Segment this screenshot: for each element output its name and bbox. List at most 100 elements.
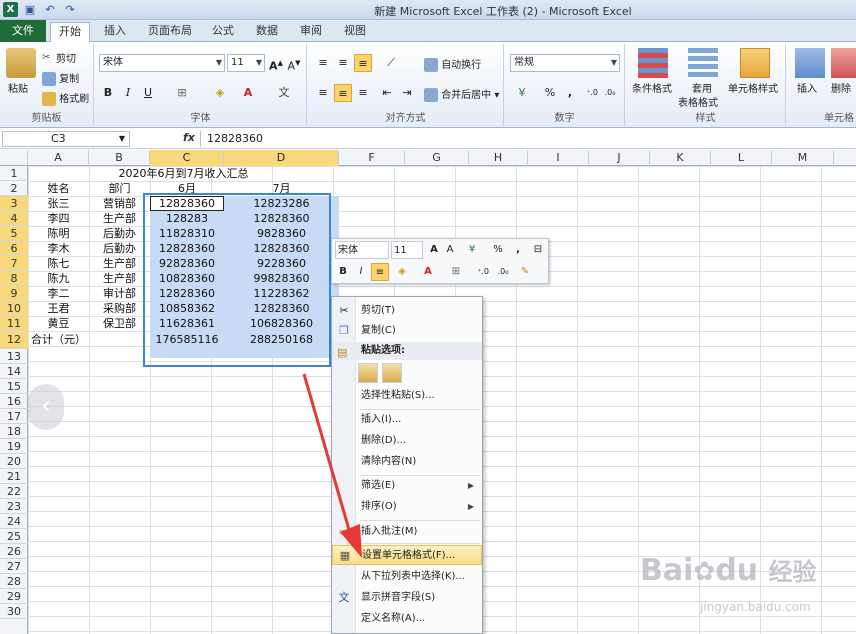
column-header[interactable]: B: [89, 150, 150, 166]
cell-text[interactable]: 保卫部: [89, 316, 150, 331]
cell-text[interactable]: 陈明: [28, 226, 89, 241]
increase-decimal-icon[interactable]: ⁺.0: [583, 84, 601, 102]
row-header[interactable]: 20: [0, 454, 28, 469]
cell-text[interactable]: 采购部: [89, 301, 150, 316]
align-right-icon[interactable]: ≡: [354, 84, 372, 102]
increase-decimal-icon[interactable]: ⁺.0: [474, 263, 492, 281]
name-box[interactable]: C3 ▼: [2, 131, 130, 147]
mini-comma-button[interactable]: ,: [510, 241, 526, 259]
row-header[interactable]: 13: [0, 349, 28, 364]
column-header[interactable]: M: [772, 150, 834, 166]
paste-button[interactable]: 粘贴: [8, 80, 28, 95]
row-header[interactable]: 19: [0, 439, 28, 454]
row-header[interactable]: 1: [0, 166, 28, 181]
decrease-indent-icon[interactable]: ⇤: [378, 84, 396, 102]
row-header[interactable]: 22: [0, 484, 28, 499]
row-header[interactable]: 11: [0, 316, 28, 331]
cell-text[interactable]: 审计部: [89, 286, 150, 301]
grow-font-icon[interactable]: A▲: [267, 54, 285, 73]
select-all-corner[interactable]: [0, 150, 28, 166]
menu-item-pick-list[interactable]: 从下拉列表中选择(K)...: [332, 567, 482, 587]
row-header[interactable]: 24: [0, 514, 28, 529]
border-icon[interactable]: ⊞: [173, 84, 191, 102]
phonetic-icon[interactable]: 文: [275, 84, 293, 102]
paste-icon[interactable]: [6, 48, 36, 78]
fill-color-icon[interactable]: ◈: [392, 263, 412, 281]
paste-values-icon[interactable]: [382, 363, 402, 383]
increase-indent-icon[interactable]: ⇥: [398, 84, 416, 102]
copy-button[interactable]: 复制: [42, 70, 79, 86]
mini-percent-button[interactable]: %: [490, 241, 506, 259]
tab-review[interactable]: 审阅: [292, 22, 330, 42]
tab-data[interactable]: 数据: [248, 22, 286, 42]
column-header[interactable]: G: [405, 150, 469, 166]
tab-page-layout[interactable]: 页面布局: [140, 22, 200, 42]
fill-color-icon[interactable]: ◈: [211, 84, 229, 102]
row-header[interactable]: 3: [0, 196, 28, 211]
grow-font-icon[interactable]: A: [426, 241, 442, 259]
align-middle-icon[interactable]: ≡: [334, 54, 352, 72]
merge-center-button[interactable]: 合并后居中 ▾: [424, 86, 499, 102]
cell-text[interactable]: 部门: [89, 181, 150, 196]
cell-text[interactable]: 后勤办: [89, 241, 150, 256]
row-header[interactable]: 14: [0, 364, 28, 379]
row-header[interactable]: 6: [0, 241, 28, 256]
row-header[interactable]: 17: [0, 409, 28, 424]
menu-item-define-name[interactable]: 定义名称(A)...: [332, 609, 482, 629]
italic-icon[interactable]: I: [353, 263, 369, 281]
cell-style-icon[interactable]: [740, 48, 770, 78]
font-size-select[interactable]: 11 ▼: [227, 54, 265, 72]
cell-text[interactable]: 生产部: [89, 271, 150, 286]
cell-text[interactable]: 营销部: [89, 196, 150, 211]
column-header[interactable]: L: [711, 150, 772, 166]
insert-cells-button[interactable]: 插入: [797, 80, 817, 95]
italic-button[interactable]: I: [119, 84, 137, 102]
sheet-title[interactable]: 2020年6月到7月收入汇总: [28, 166, 339, 181]
row-header[interactable]: 12: [0, 331, 28, 349]
menu-item-cut[interactable]: ✂ 剪切(T): [332, 301, 482, 321]
table-format-icon[interactable]: [688, 48, 718, 78]
menu-item-phonetic[interactable]: 文显示拼音字段(S): [332, 588, 482, 608]
cell-text[interactable]: 合计（元）: [28, 331, 89, 349]
border-icon[interactable]: ⊞: [446, 263, 466, 281]
tab-home[interactable]: 开始: [50, 22, 90, 43]
cell-text[interactable]: 生产部: [89, 211, 150, 226]
menu-item-copy[interactable]: ❐ 复制(C): [332, 321, 482, 341]
cell-text[interactable]: 张三: [28, 196, 89, 211]
decrease-decimal-icon[interactable]: .0₀: [601, 84, 619, 102]
decrease-decimal-icon[interactable]: .0₀: [494, 263, 512, 281]
cell-text[interactable]: 李二: [28, 286, 89, 301]
format-painter-button[interactable]: 格式刷: [42, 90, 89, 106]
bold-icon[interactable]: B: [335, 263, 351, 281]
row-header[interactable]: 10: [0, 301, 28, 316]
cell-text[interactable]: 王君: [28, 301, 89, 316]
currency-icon[interactable]: ¥: [513, 84, 531, 102]
cell-text[interactable]: 李木: [28, 241, 89, 256]
tab-insert[interactable]: 插入: [96, 22, 134, 42]
column-header[interactable]: I: [528, 150, 589, 166]
row-header[interactable]: 23: [0, 499, 28, 514]
cell-text[interactable]: 李四: [28, 211, 89, 226]
cut-button[interactable]: ✂ 剪切: [42, 50, 76, 66]
row-header[interactable]: 9: [0, 286, 28, 301]
align-bottom-icon[interactable]: ≡: [354, 54, 372, 72]
row-header[interactable]: 7: [0, 256, 28, 271]
center-icon[interactable]: ≡: [371, 263, 389, 281]
align-left-icon[interactable]: ≡: [314, 84, 332, 102]
font-color-icon[interactable]: A: [418, 263, 438, 281]
cell-text[interactable]: 姓名: [28, 181, 89, 196]
row-header[interactable]: 28: [0, 574, 28, 589]
function-icon[interactable]: fx: [183, 131, 195, 144]
wrap-text-button[interactable]: 自动换行: [424, 56, 481, 72]
row-header[interactable]: 21: [0, 469, 28, 484]
row-header[interactable]: 8: [0, 271, 28, 286]
mini-size-select[interactable]: 11: [391, 241, 423, 259]
table-format-button[interactable]: 套用: [692, 80, 712, 95]
orientation-icon[interactable]: ⟋: [382, 54, 400, 72]
format-table-icon[interactable]: ⊟: [530, 241, 546, 259]
delete-cells-icon[interactable]: [831, 48, 856, 78]
row-header[interactable]: 26: [0, 544, 28, 559]
tab-formulas[interactable]: 公式: [204, 22, 242, 42]
currency-icon[interactable]: ¥: [462, 241, 482, 259]
column-header[interactable]: H: [469, 150, 528, 166]
